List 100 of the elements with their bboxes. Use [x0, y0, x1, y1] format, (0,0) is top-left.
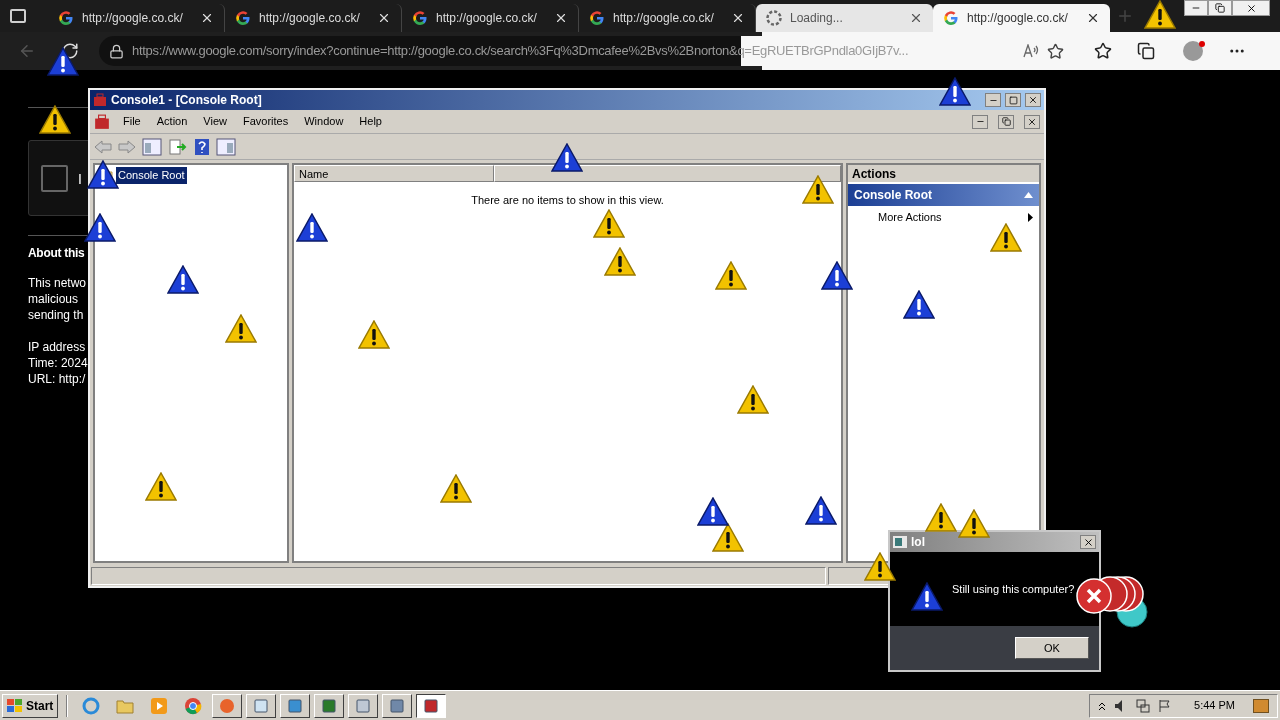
- close-icon[interactable]: [377, 11, 391, 25]
- tab-title: http://google.co.ck/: [967, 10, 1069, 27]
- ok-button[interactable]: OK: [1015, 637, 1089, 659]
- close-icon: [1028, 95, 1038, 105]
- flag-icon[interactable]: [1158, 698, 1173, 713]
- warning-icon: [715, 261, 747, 291]
- close-icon[interactable]: [200, 11, 214, 25]
- browser-tab[interactable]: http://google.co.ck/: [933, 4, 1110, 32]
- export-list-icon[interactable]: [168, 137, 188, 156]
- close-button[interactable]: [1080, 535, 1096, 549]
- warning-icon: [225, 314, 257, 344]
- window-title: Console1 - [Console Root]: [111, 92, 262, 109]
- app-icon: [219, 697, 236, 714]
- app-icon: [253, 697, 270, 714]
- close-icon[interactable]: [1086, 11, 1100, 25]
- collections-icon[interactable]: [1137, 42, 1155, 60]
- collapse-icon: [1024, 192, 1033, 198]
- tab-title: http://google.co.ck/: [259, 10, 361, 27]
- close-button[interactable]: [1025, 93, 1041, 107]
- minimize-button[interactable]: [985, 93, 1001, 107]
- action-item[interactable]: More Actions: [848, 206, 1039, 228]
- show-desktop-button[interactable]: [1253, 698, 1269, 713]
- favorites-icon[interactable]: [1094, 42, 1112, 60]
- warning-icon: [864, 552, 896, 582]
- help-icon[interactable]: [194, 137, 210, 156]
- tree-item[interactable]: Console Root: [116, 167, 187, 184]
- paragraph-line: URL: http:/: [28, 371, 87, 387]
- warning-icon: [167, 265, 199, 295]
- toolbox-icon: [94, 113, 110, 130]
- dialog-title: lol: [911, 534, 926, 551]
- section-heading: About this: [28, 245, 86, 261]
- google-icon: [58, 10, 74, 26]
- restore-button[interactable]: [1208, 0, 1232, 16]
- menu-item[interactable]: Help: [356, 113, 385, 130]
- warning-icon: [958, 509, 990, 539]
- close-button[interactable]: [1024, 114, 1040, 129]
- minimize-button[interactable]: [972, 114, 988, 129]
- close-icon: [1027, 116, 1037, 127]
- checkbox[interactable]: [41, 165, 68, 192]
- close-icon[interactable]: [554, 11, 568, 25]
- menu-item[interactable]: File: [120, 113, 144, 130]
- submenu-arrow-icon: [1028, 212, 1033, 222]
- toolbox-icon: [93, 93, 107, 107]
- tab-actions-icon[interactable]: [10, 9, 26, 23]
- google-icon: [589, 10, 605, 26]
- menu-item[interactable]: Favorites: [239, 113, 292, 130]
- chrome-icon[interactable]: [184, 696, 203, 715]
- tab-title: http://google.co.ck/: [82, 10, 184, 27]
- warning-icon: [903, 290, 935, 320]
- app-icon: [893, 536, 907, 548]
- start-button[interactable]: Start: [2, 693, 59, 718]
- console-tree-icon[interactable]: [142, 137, 162, 156]
- empty-message: There are no items to show in this view.: [471, 193, 664, 208]
- warning-icon: [925, 503, 957, 533]
- profile-avatar[interactable]: [1183, 41, 1203, 61]
- paragraph-line: malicious: [28, 291, 79, 307]
- warning-icon: [939, 77, 971, 107]
- paragraph-line: Time: 2024: [28, 355, 88, 371]
- close-icon[interactable]: [909, 11, 923, 25]
- warning-icon: [802, 175, 834, 205]
- google-icon: [412, 10, 428, 26]
- google-icon: [235, 10, 251, 26]
- tab-title: Loading...: [790, 10, 844, 27]
- warning-icon: [440, 474, 472, 504]
- app-icon: [355, 697, 372, 714]
- chevron-up-icon[interactable]: [1098, 700, 1107, 711]
- network-icon[interactable]: [1136, 698, 1151, 713]
- warning-icon: [697, 497, 729, 527]
- menu-item[interactable]: Action: [153, 113, 191, 130]
- taskbar-button[interactable]: [416, 693, 447, 718]
- clock[interactable]: 5:44 PM: [1194, 697, 1235, 714]
- maximize-icon: [1008, 95, 1018, 105]
- column-header[interactable]: Name: [294, 165, 494, 182]
- menu-item[interactable]: View: [200, 113, 230, 130]
- tab-title: http://google.co.ck/: [613, 10, 715, 27]
- close-icon[interactable]: [731, 11, 745, 25]
- reload-icon[interactable]: [61, 42, 79, 60]
- dialog-message: Still using this computer?: [952, 581, 1075, 597]
- close-icon: [1245, 2, 1257, 14]
- warning-icon: [805, 496, 837, 526]
- warning-icon: [358, 320, 390, 350]
- restore-icon: [1215, 3, 1225, 13]
- warning-icon: [39, 105, 71, 135]
- lock-icon: [109, 43, 124, 59]
- paragraph-line: sending th: [28, 307, 85, 323]
- restore-button[interactable]: [998, 114, 1014, 129]
- menu-item[interactable]: Window: [301, 113, 347, 130]
- maximize-button[interactable]: [1005, 93, 1021, 107]
- warning-icon: [47, 47, 79, 77]
- actions-section[interactable]: Console Root: [848, 184, 1039, 206]
- actions-header: Actions: [848, 165, 1039, 182]
- action-pane-icon[interactable]: [216, 137, 236, 156]
- add-favorite-icon[interactable]: [1047, 42, 1064, 60]
- warning-icon: [604, 247, 636, 277]
- windows-logo-icon: [7, 698, 23, 713]
- app-icon: [389, 697, 406, 714]
- google-icon: [943, 10, 959, 26]
- browser-tab[interactable]: Loading...: [756, 4, 933, 32]
- warning-icon: [990, 223, 1022, 253]
- read-aloud-icon[interactable]: [1023, 44, 1039, 58]
